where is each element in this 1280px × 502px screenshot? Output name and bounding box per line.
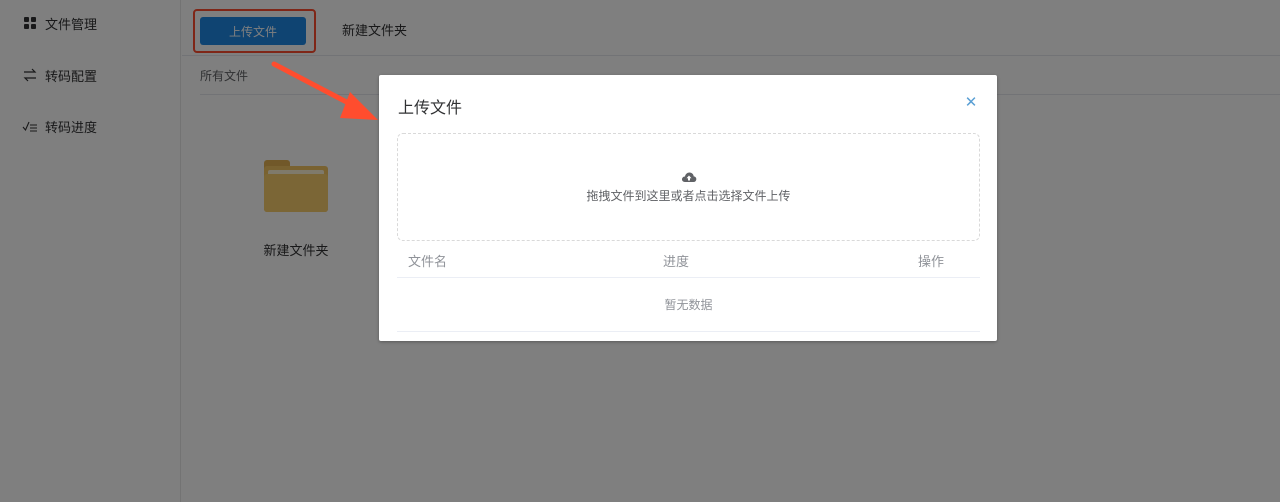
upload-dropzone[interactable]: 拖拽文件到这里或者点击选择文件上传 bbox=[397, 133, 980, 241]
column-header-actions: 操作 bbox=[918, 254, 945, 269]
close-icon[interactable]: ✕ bbox=[963, 94, 979, 111]
cloud-upload-icon bbox=[681, 172, 697, 182]
column-header-progress: 进度 bbox=[663, 254, 690, 269]
column-header-filename: 文件名 bbox=[408, 254, 448, 269]
upload-dialog: 上传文件 ✕ 拖拽文件到这里或者点击选择文件上传 文件名 进度 操作 暂无数据 bbox=[379, 75, 997, 341]
table-empty-text: 暂无数据 bbox=[397, 278, 980, 332]
dropzone-text: 拖拽文件到这里或者点击选择文件上传 bbox=[586, 189, 791, 203]
dialog-title: 上传文件 bbox=[398, 100, 463, 117]
table-header: 文件名 进度 操作 bbox=[397, 241, 980, 278]
arrow-annotation bbox=[271, 61, 378, 120]
